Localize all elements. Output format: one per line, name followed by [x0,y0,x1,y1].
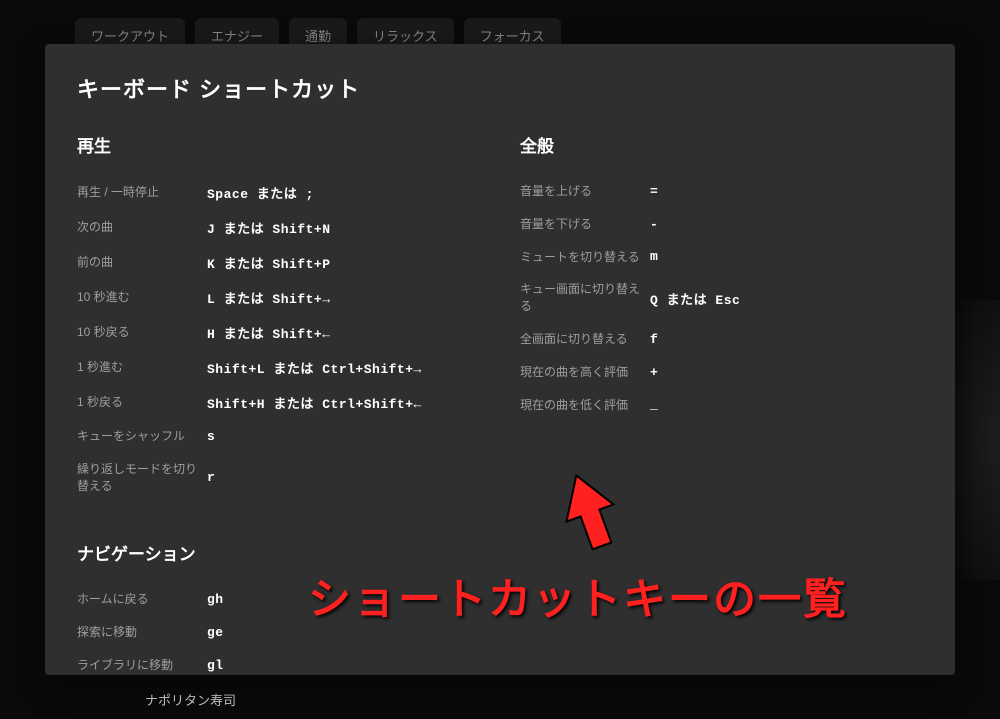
shortcut-row: キュー画面に切り替える Q または Esc [520,273,923,323]
shortcut-keys: Q または Esc [650,289,740,308]
playback-section: 再生 再生 / 一時停止 Space または ; 次の曲 J または Shift… [77,132,480,502]
shortcut-label: 全画面に切り替える [520,331,650,348]
shortcut-row: 繰り返しモードを切り替える r [77,453,480,503]
shortcut-label: 再生 / 一時停止 [77,184,207,201]
shortcut-label: 音量を下げる [520,216,650,233]
shortcut-keys: gh [207,592,224,607]
shortcut-label: ホームに戻る [77,591,207,608]
annotation-text: ショートカットキーの一覧 [308,565,848,627]
shortcut-label: ミュートを切り替える [520,249,650,266]
playback-title: 再生 [77,132,480,157]
shortcut-label: 1 秒戻る [77,394,207,411]
shortcut-keys: Shift+L または Ctrl+Shift+→ [207,358,422,377]
shortcut-keys: - [650,217,658,232]
general-title: 全般 [520,132,923,157]
shortcut-keys: f [650,332,658,347]
shortcut-keys: Shift+H または Ctrl+Shift+← [207,393,422,412]
shortcut-row: 1 秒戻る Shift+H または Ctrl+Shift+← [77,385,480,420]
shortcut-label: 探索に移動 [77,624,207,641]
shortcut-keys: _ [650,397,658,412]
shortcut-row: 10 秒進む L または Shift+→ [77,280,480,315]
modal-title: キーボード ショートカット [77,72,923,104]
shortcut-keys: s [207,429,215,444]
shortcut-keys: L または Shift+→ [207,288,331,307]
shortcut-label: 次の曲 [77,219,207,236]
shortcut-label: 前の曲 [77,254,207,271]
shortcut-row: ライブラリに移動 gl [77,649,480,675]
shortcut-label: 現在の曲を高く評価 [520,364,650,381]
general-section: 全般 音量を上げる = 音量を下げる - ミュートを切り替える m キュー画面に… [520,132,923,421]
shortcut-keys: gl [207,658,224,673]
side-shadow [950,300,1000,580]
shortcut-row: 全画面に切り替える f [520,323,923,356]
shortcut-keys: = [650,184,658,199]
shortcut-row: ミュートを切り替える m [520,241,923,274]
shortcut-label: キュー画面に切り替える [520,281,650,315]
shortcut-label: 10 秒戻る [77,324,207,341]
shortcut-row: 10 秒戻る H または Shift+← [77,315,480,350]
shortcut-keys: m [650,249,658,264]
navigation-title: ナビゲーション [77,540,480,565]
shortcut-keys: Space または ; [207,183,314,202]
shortcut-label: 1 秒進む [77,359,207,376]
shortcut-keys: + [650,365,658,380]
annotation-arrow-icon [555,468,625,558]
shortcut-row: 前の曲 K または Shift+P [77,245,480,280]
shortcut-label: ライブラリに移動 [77,657,207,674]
shortcut-keys: ge [207,625,224,640]
shortcut-keys: K または Shift+P [207,253,331,272]
shortcut-row: 音量を下げる - [520,208,923,241]
shortcut-row: 再生 / 一時停止 Space または ; [77,175,480,210]
shortcut-keys: H または Shift+← [207,323,331,342]
shortcut-row: 次の曲 J または Shift+N [77,210,480,245]
shortcut-keys: J または Shift+N [207,218,331,237]
shortcut-row: キューをシャッフル s [77,420,480,453]
shortcut-row: 現在の曲を低く評価 _ [520,389,923,422]
shortcut-label: キューをシャッフル [77,428,207,445]
shortcut-keys: r [207,470,215,485]
background-username: ナポリタン寿司 [145,690,236,709]
shortcut-row: 現在の曲を高く評価 + [520,356,923,389]
shortcut-label: 音量を上げる [520,183,650,200]
shortcut-row: 音量を上げる = [520,175,923,208]
shortcut-row: 1 秒進む Shift+L または Ctrl+Shift+→ [77,350,480,385]
shortcut-label: 繰り返しモードを切り替える [77,461,207,495]
shortcut-label: 10 秒進む [77,289,207,306]
shortcut-label: 現在の曲を低く評価 [520,397,650,414]
